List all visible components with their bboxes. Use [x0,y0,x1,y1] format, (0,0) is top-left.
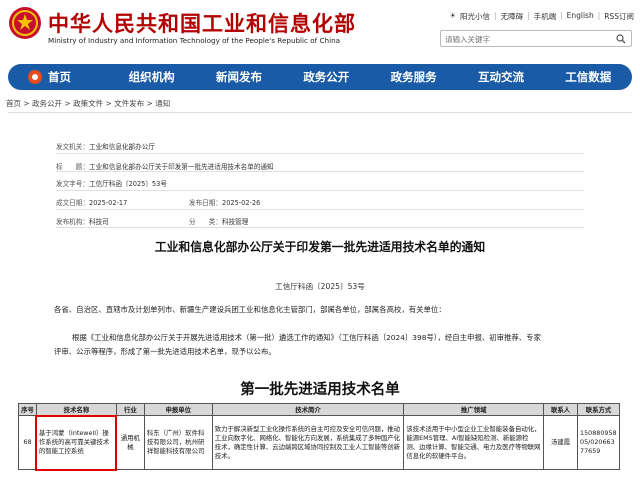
top-link-sunshine[interactable]: 阳光小信 [460,11,490,22]
nav-home[interactable]: 首页 [48,69,108,85]
divider [56,227,584,228]
search-icon [616,34,626,44]
search-input[interactable] [445,33,605,45]
cell-company: 科东（广州）软件科技有限公司，杭州研祥智能科技有限公司 [143,415,213,470]
divider [56,209,584,210]
search-button[interactable] [614,32,628,46]
home-logo-icon [28,70,42,84]
top-link-mobile[interactable]: 手机端 [534,11,557,22]
breadcrumb[interactable]: 首页 > 政务公开 > 政策文件 > 文件发布 > 通知 [6,98,170,109]
meta-category: 分 类：科技管理 [189,216,248,226]
recipients: 各省、自治区、直辖市及计划单列市、新疆生产建设兵团工业和信息化主管部门，部属各单… [54,305,446,314]
cell-industry: 通用机械 [115,415,145,470]
header-intro: 技术简介 [211,403,405,416]
top-link-rss[interactable]: RSS订阅 [604,11,634,22]
header-industry: 行业 [115,403,145,416]
nav-news[interactable]: 新闻发布 [195,69,282,85]
meta-key: 发文字号： [56,180,89,188]
document-panel: 发文机关：工业和信息化部办公厅 标 题：工业和信息化部办公厅关于印发第一批先进适… [8,112,632,484]
cell-no: 68 [18,415,37,470]
national-emblem-icon [9,7,41,39]
meta-key: 发文机关： [56,143,89,151]
divider [56,153,584,154]
meta-value: 工业和信息化部办公厅关于印发第一批先进适用技术名单的通知 [89,163,274,171]
top-link-accessibility[interactable]: 无障碍 [501,11,524,22]
meta-docno: 发文字号：工信厅科函〔2025〕53号 [56,178,167,188]
header-no: 序号 [18,403,37,416]
document-title: 工业和信息化部办公厅关于印发第一批先进适用技术名单的通知 [154,240,486,254]
home-icon[interactable] [22,64,48,90]
nav-data[interactable]: 工信数据 [545,69,632,85]
main-nav: 首页 组织机构 新闻发布 政务公开 政务服务 互动交流 工信数据 [8,64,632,90]
meta-value: 工信厅科函〔2025〕53号 [89,180,167,188]
divider [56,171,584,172]
list-title: 第一批先进适用技术名单 [240,381,400,398]
meta-value: 2025-02-17 [89,199,128,207]
divider: | [597,11,601,20]
meta-key: 标 题： [56,163,89,171]
meta-department: 发布机构：科技司 [56,216,109,226]
divider [56,190,584,191]
meta-title: 标 题：工业和信息化部办公厅关于印发第一批先进适用技术名单的通知 [56,161,274,171]
meta-key: 发布机构： [56,218,89,226]
header-field: 推广领域 [403,403,545,416]
meta-value: 2025-02-26 [222,199,261,207]
cell-field: 该技术适用于中小型企业工业智能装备自动化，能源EMS管理、AI智能缺陷检测、新能… [403,415,545,470]
top-links: ☀ 阳光小信 | 无障碍 | 手机端 | English | RSS订阅 [449,11,634,22]
nav-government-affairs[interactable]: 政务公开 [283,69,370,85]
meta-value: 科技管理 [222,218,249,226]
table-header-row: 序号 技术名称 行业 申报单位 技术简介 推广领域 联系人 联系方式 [18,403,620,416]
divider: | [560,11,563,20]
nav-organization[interactable]: 组织机构 [108,69,195,85]
body-line-2: 评审、公示等程序，形成了第一批先进适用技术名单，现予以公布。 [54,347,276,356]
meta-key: 分 类： [189,218,222,226]
cell-contact: 汤建霞 [543,415,578,470]
site-header: 中华人民共和国工业和信息化部 Ministry of Industry and … [0,0,640,62]
technology-table: 序号 技术名称 行业 申报单位 技术简介 推广领域 联系人 联系方式 68 基于… [18,403,620,471]
search-box [440,30,632,47]
meta-value: 科技司 [89,218,109,226]
site-subtitle: Ministry of Industry and Information Tec… [48,36,341,45]
meta-key: 发布日期： [189,199,222,207]
cell-intro: 致力于解决新型工业化操作系统的自主可控及安全可信问题，推动工业向数字化、网络化、… [211,415,405,470]
divider: | [527,11,530,20]
header-name: 技术名称 [35,403,117,416]
body-line-1: 根据《工业和信息化部办公厅关于开展先进适用技术（第一批）遴选工作的通知》（工信厅… [72,333,541,342]
nav-interaction[interactable]: 互动交流 [457,69,544,85]
meta-publish-date: 发布日期：2025-02-26 [189,197,260,207]
sun-icon: ☀ [449,11,457,20]
meta-date: 成文日期：2025-02-17 [56,197,127,207]
meta-value: 工业和信息化部办公厅 [89,143,155,151]
nav-services[interactable]: 政务服务 [370,69,457,85]
table-row: 68 基于鸿蒙（Intewell）操作系统的高可靠关键技术的智能工控系统 通用机… [18,414,620,471]
cell-name-highlighted: 基于鸿蒙（Intewell）操作系统的高可靠关键技术的智能工控系统 [35,414,118,471]
meta-key: 成文日期： [56,199,89,207]
header-company: 申报单位 [143,403,213,416]
top-link-english[interactable]: English [567,11,594,22]
meta-issuer: 发文机关：工业和信息化部办公厅 [56,141,155,151]
cell-phone: 15088095805/02066377659 [577,415,620,470]
header-contact: 联系人 [543,403,578,416]
header-phone: 联系方式 [577,403,620,416]
document-number: 工信厅科函〔2025〕53号 [275,282,365,291]
site-title: 中华人民共和国工业和信息化部 [48,12,356,36]
divider: | [494,11,497,20]
